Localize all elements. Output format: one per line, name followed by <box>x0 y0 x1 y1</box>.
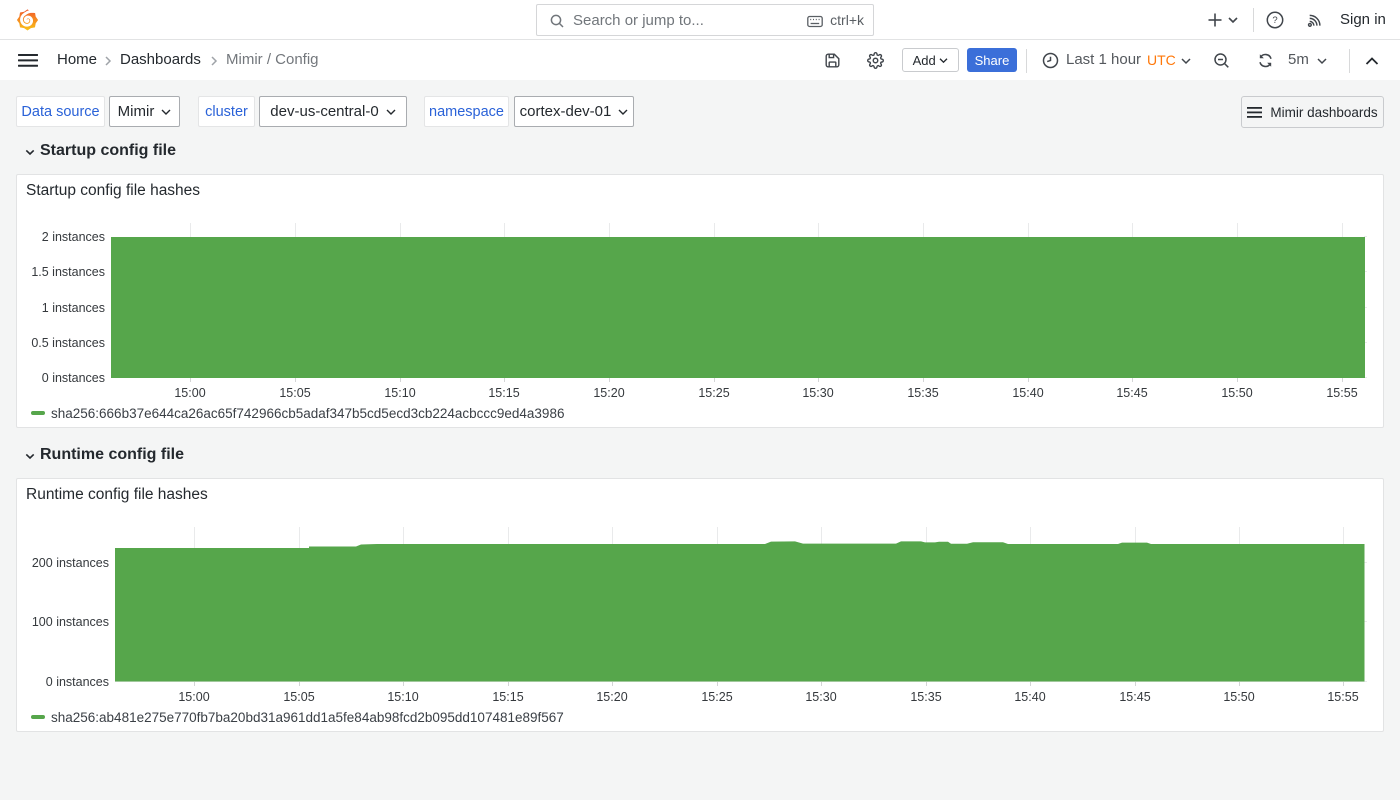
svg-text:?: ? <box>1272 15 1277 26</box>
